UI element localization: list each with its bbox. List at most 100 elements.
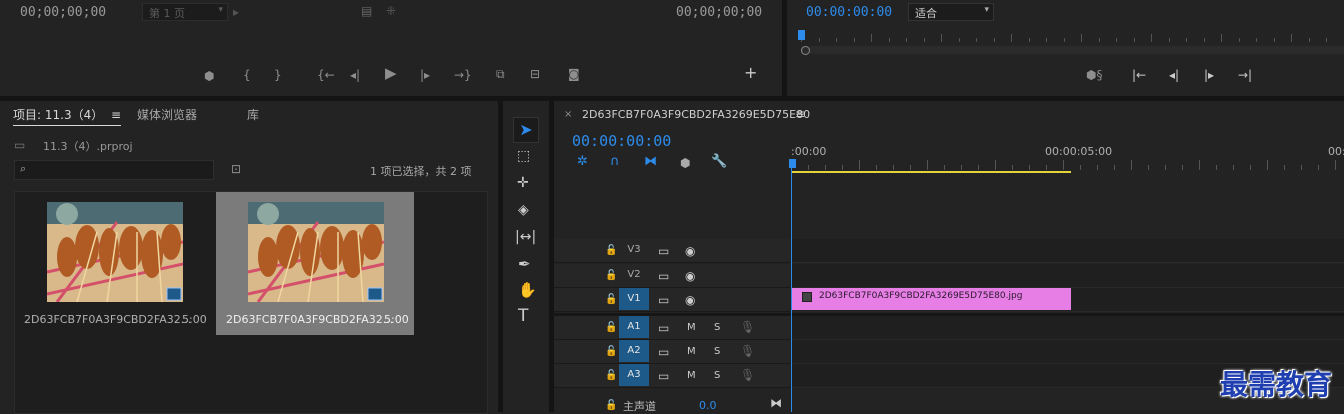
find-bin-icon[interactable]: ⊡ bbox=[231, 163, 241, 175]
lock-icon[interactable]: 🔓 bbox=[605, 400, 617, 412]
track-target-v2[interactable]: V2 bbox=[619, 264, 649, 286]
ripple-edit-tool-icon[interactable]: ✛ bbox=[517, 177, 529, 189]
type-tool-icon[interactable]: T bbox=[518, 310, 528, 322]
source-timecode-left[interactable]: 00;00;00;00 bbox=[20, 5, 106, 20]
search-field[interactable]: ⌕ bbox=[14, 160, 214, 180]
microphone-icon[interactable]: 🎙 bbox=[740, 345, 755, 357]
scroll-handle[interactable] bbox=[801, 46, 810, 55]
go-to-in-icon[interactable]: {← bbox=[317, 69, 335, 81]
marker-link-icon[interactable]: ⬢§ bbox=[1086, 69, 1102, 81]
mark-out-icon[interactable]: } bbox=[274, 69, 282, 81]
eye-icon[interactable]: ◉ bbox=[685, 294, 695, 306]
program-mini-ruler[interactable] bbox=[801, 34, 1344, 44]
sync-lock-icon[interactable]: ▭ bbox=[658, 370, 669, 382]
step-back-icon[interactable]: ◂| bbox=[1169, 69, 1179, 81]
track-lane[interactable] bbox=[791, 264, 1344, 288]
drag-icon[interactable]: ⁜ bbox=[386, 5, 396, 17]
tab-project[interactable]: 项目: 11.3（4） ≡ bbox=[13, 106, 121, 126]
timeline-clip-v1[interactable]: 2D63FCB7F0A3F9CBD2FA3269E5D75E80.jpg bbox=[792, 288, 1071, 310]
nest-sequence-icon[interactable]: ✲ bbox=[577, 156, 588, 168]
solo-button[interactable]: S bbox=[714, 370, 720, 382]
tab-media-browser[interactable]: 媒体浏览器 bbox=[137, 106, 197, 123]
track-target-a3[interactable]: A3 bbox=[619, 364, 649, 386]
add-marker-icon[interactable]: ⬢ bbox=[680, 157, 690, 169]
page-select[interactable]: 第 1 页 ▾ bbox=[142, 3, 228, 21]
selection-tool-icon[interactable]: ➤ bbox=[513, 117, 539, 143]
microphone-icon[interactable]: 🎙 bbox=[740, 369, 755, 381]
eye-icon[interactable]: ◉ bbox=[685, 245, 695, 257]
lock-icon[interactable]: 🔓 bbox=[605, 370, 617, 382]
mute-button[interactable]: M bbox=[687, 370, 696, 382]
go-to-in-icon[interactable]: |← bbox=[1132, 69, 1146, 81]
lock-icon[interactable]: 🔓 bbox=[605, 346, 617, 358]
solo-button[interactable]: S bbox=[714, 346, 720, 358]
sync-lock-icon[interactable]: ▭ bbox=[658, 245, 669, 257]
step-forward-icon[interactable]: |▸ bbox=[420, 69, 430, 81]
track-target-a1[interactable]: A1 bbox=[619, 316, 649, 338]
menu-icon[interactable]: ≡ bbox=[111, 108, 121, 122]
menu-icon[interactable]: ≡ bbox=[795, 108, 805, 120]
sequence-tab-label[interactable]: 2D63FCB7F0A3F9CBD2FA3269E5D75E80 bbox=[582, 108, 810, 121]
search-input[interactable] bbox=[35, 162, 209, 178]
solo-button[interactable]: S bbox=[714, 322, 720, 334]
track-lane[interactable] bbox=[791, 340, 1344, 364]
ruler-tick bbox=[1148, 165, 1149, 170]
program-scroll-bar[interactable] bbox=[801, 46, 1344, 54]
razor-tool-icon[interactable]: ◈ bbox=[518, 204, 529, 216]
project-item-2-selected[interactable]: 2D63FCB7F0A3F9CBD2FA32... 5:00 bbox=[216, 192, 414, 335]
fit-select[interactable]: 适合 ▾ bbox=[908, 3, 994, 21]
sync-lock-icon[interactable]: ▭ bbox=[658, 346, 669, 358]
eye-icon[interactable]: ◉ bbox=[685, 270, 695, 282]
lock-icon[interactable]: 🔓 bbox=[605, 322, 617, 334]
go-to-out-icon[interactable]: →| bbox=[1238, 69, 1252, 81]
step-forward-icon[interactable]: |▸ bbox=[1204, 69, 1214, 81]
slip-tool-icon[interactable]: |↔| bbox=[515, 231, 536, 243]
track-target-v1[interactable]: V1 bbox=[619, 288, 649, 310]
lock-icon[interactable]: 🔓 bbox=[605, 294, 617, 306]
snap-magnet-icon[interactable]: ∩ bbox=[610, 156, 620, 168]
track-target-v3[interactable]: V3 bbox=[619, 239, 649, 261]
close-tab-icon[interactable]: × bbox=[564, 109, 572, 121]
go-to-out-icon[interactable]: →} bbox=[454, 69, 472, 81]
pen-tool-icon[interactable]: ✒ bbox=[518, 258, 531, 270]
mute-button[interactable]: M bbox=[687, 346, 696, 358]
overwrite-icon[interactable]: ⊟ bbox=[530, 68, 540, 80]
timeline-timecode[interactable]: 00:00:00:00 bbox=[572, 132, 671, 150]
add-button-icon[interactable]: + bbox=[744, 67, 757, 79]
source-timecode-right[interactable]: 00;00;00;00 bbox=[676, 5, 762, 20]
play-arrow-icon[interactable]: ▸ bbox=[233, 6, 239, 18]
ruler-tick bbox=[1114, 165, 1115, 170]
insert-icon[interactable]: ⧉ bbox=[496, 68, 505, 80]
tab-libraries[interactable]: 库 bbox=[247, 106, 259, 123]
track-lane[interactable] bbox=[791, 316, 1344, 340]
track-select-tool-icon[interactable]: ⬚ bbox=[517, 150, 530, 162]
mark-in-icon[interactable]: { bbox=[243, 69, 251, 81]
step-back-icon[interactable]: ◂| bbox=[350, 69, 360, 81]
camera-icon[interactable]: ◙ bbox=[568, 68, 580, 80]
track-target-a2[interactable]: A2 bbox=[619, 340, 649, 362]
lock-icon[interactable]: 🔓 bbox=[605, 245, 617, 257]
program-playhead[interactable] bbox=[798, 30, 805, 40]
play-icon[interactable]: ▶ bbox=[385, 67, 397, 79]
sync-lock-icon[interactable]: ▭ bbox=[658, 322, 669, 334]
microphone-icon[interactable]: 🎙 bbox=[740, 321, 755, 333]
wrench-icon[interactable]: 🔧 bbox=[711, 156, 727, 168]
master-volume-value[interactable]: 0.0 bbox=[699, 399, 717, 412]
linked-selection-icon[interactable]: ⧓ bbox=[644, 156, 657, 168]
source-monitor-panel: 00;00;00;00 第 1 页 ▾ ▸ ▤ ⁜ 00;00;00;00 ⬢ … bbox=[0, 0, 782, 96]
export-icon[interactable]: ▤ bbox=[361, 5, 372, 17]
project-item-1[interactable]: 2D63FCB7F0A3F9CBD2FA32... 5:00 bbox=[16, 192, 214, 335]
mute-button[interactable]: M bbox=[687, 322, 696, 334]
sync-lock-icon[interactable]: ▭ bbox=[658, 294, 669, 306]
ruler-tick bbox=[959, 38, 960, 42]
lock-icon[interactable]: 🔓 bbox=[605, 270, 617, 282]
track-lane[interactable] bbox=[791, 239, 1344, 263]
work-area-bar[interactable] bbox=[792, 171, 1071, 173]
sync-lock-icon[interactable]: ▭ bbox=[658, 270, 669, 282]
timeline-ruler[interactable]: :00:00 00:00:05:00 00: bbox=[791, 141, 1344, 173]
marker-icon[interactable]: ⬢ bbox=[204, 70, 214, 82]
ruler-tick bbox=[1011, 34, 1012, 42]
go-to-end-icon[interactable]: ⧓ bbox=[770, 397, 782, 409]
hand-tool-icon[interactable]: ✋ bbox=[518, 284, 537, 296]
program-timecode[interactable]: 00:00:00:00 bbox=[806, 5, 892, 20]
